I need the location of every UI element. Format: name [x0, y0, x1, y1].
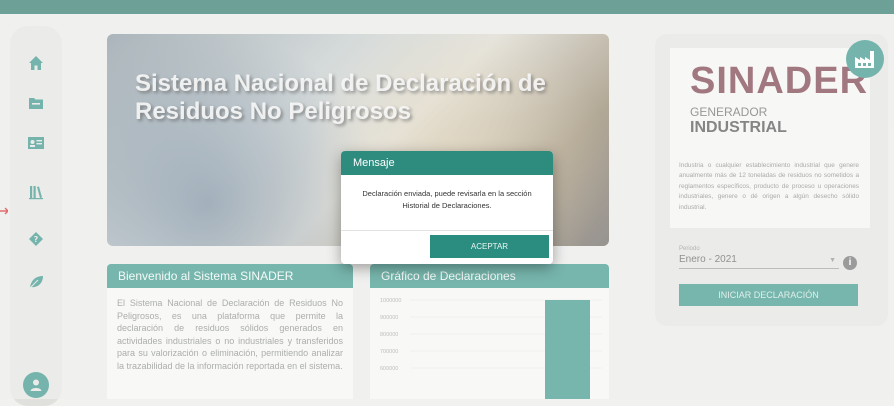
message-dialog: Mensaje Declaración enviada, puede revis…	[341, 151, 553, 264]
dialog-title: Mensaje	[341, 151, 553, 175]
dialog-divider	[341, 230, 553, 231]
dialog-message: Declaración enviada, puede revisarla en …	[362, 189, 532, 210]
accept-button[interactable]: ACEPTAR	[430, 235, 549, 258]
